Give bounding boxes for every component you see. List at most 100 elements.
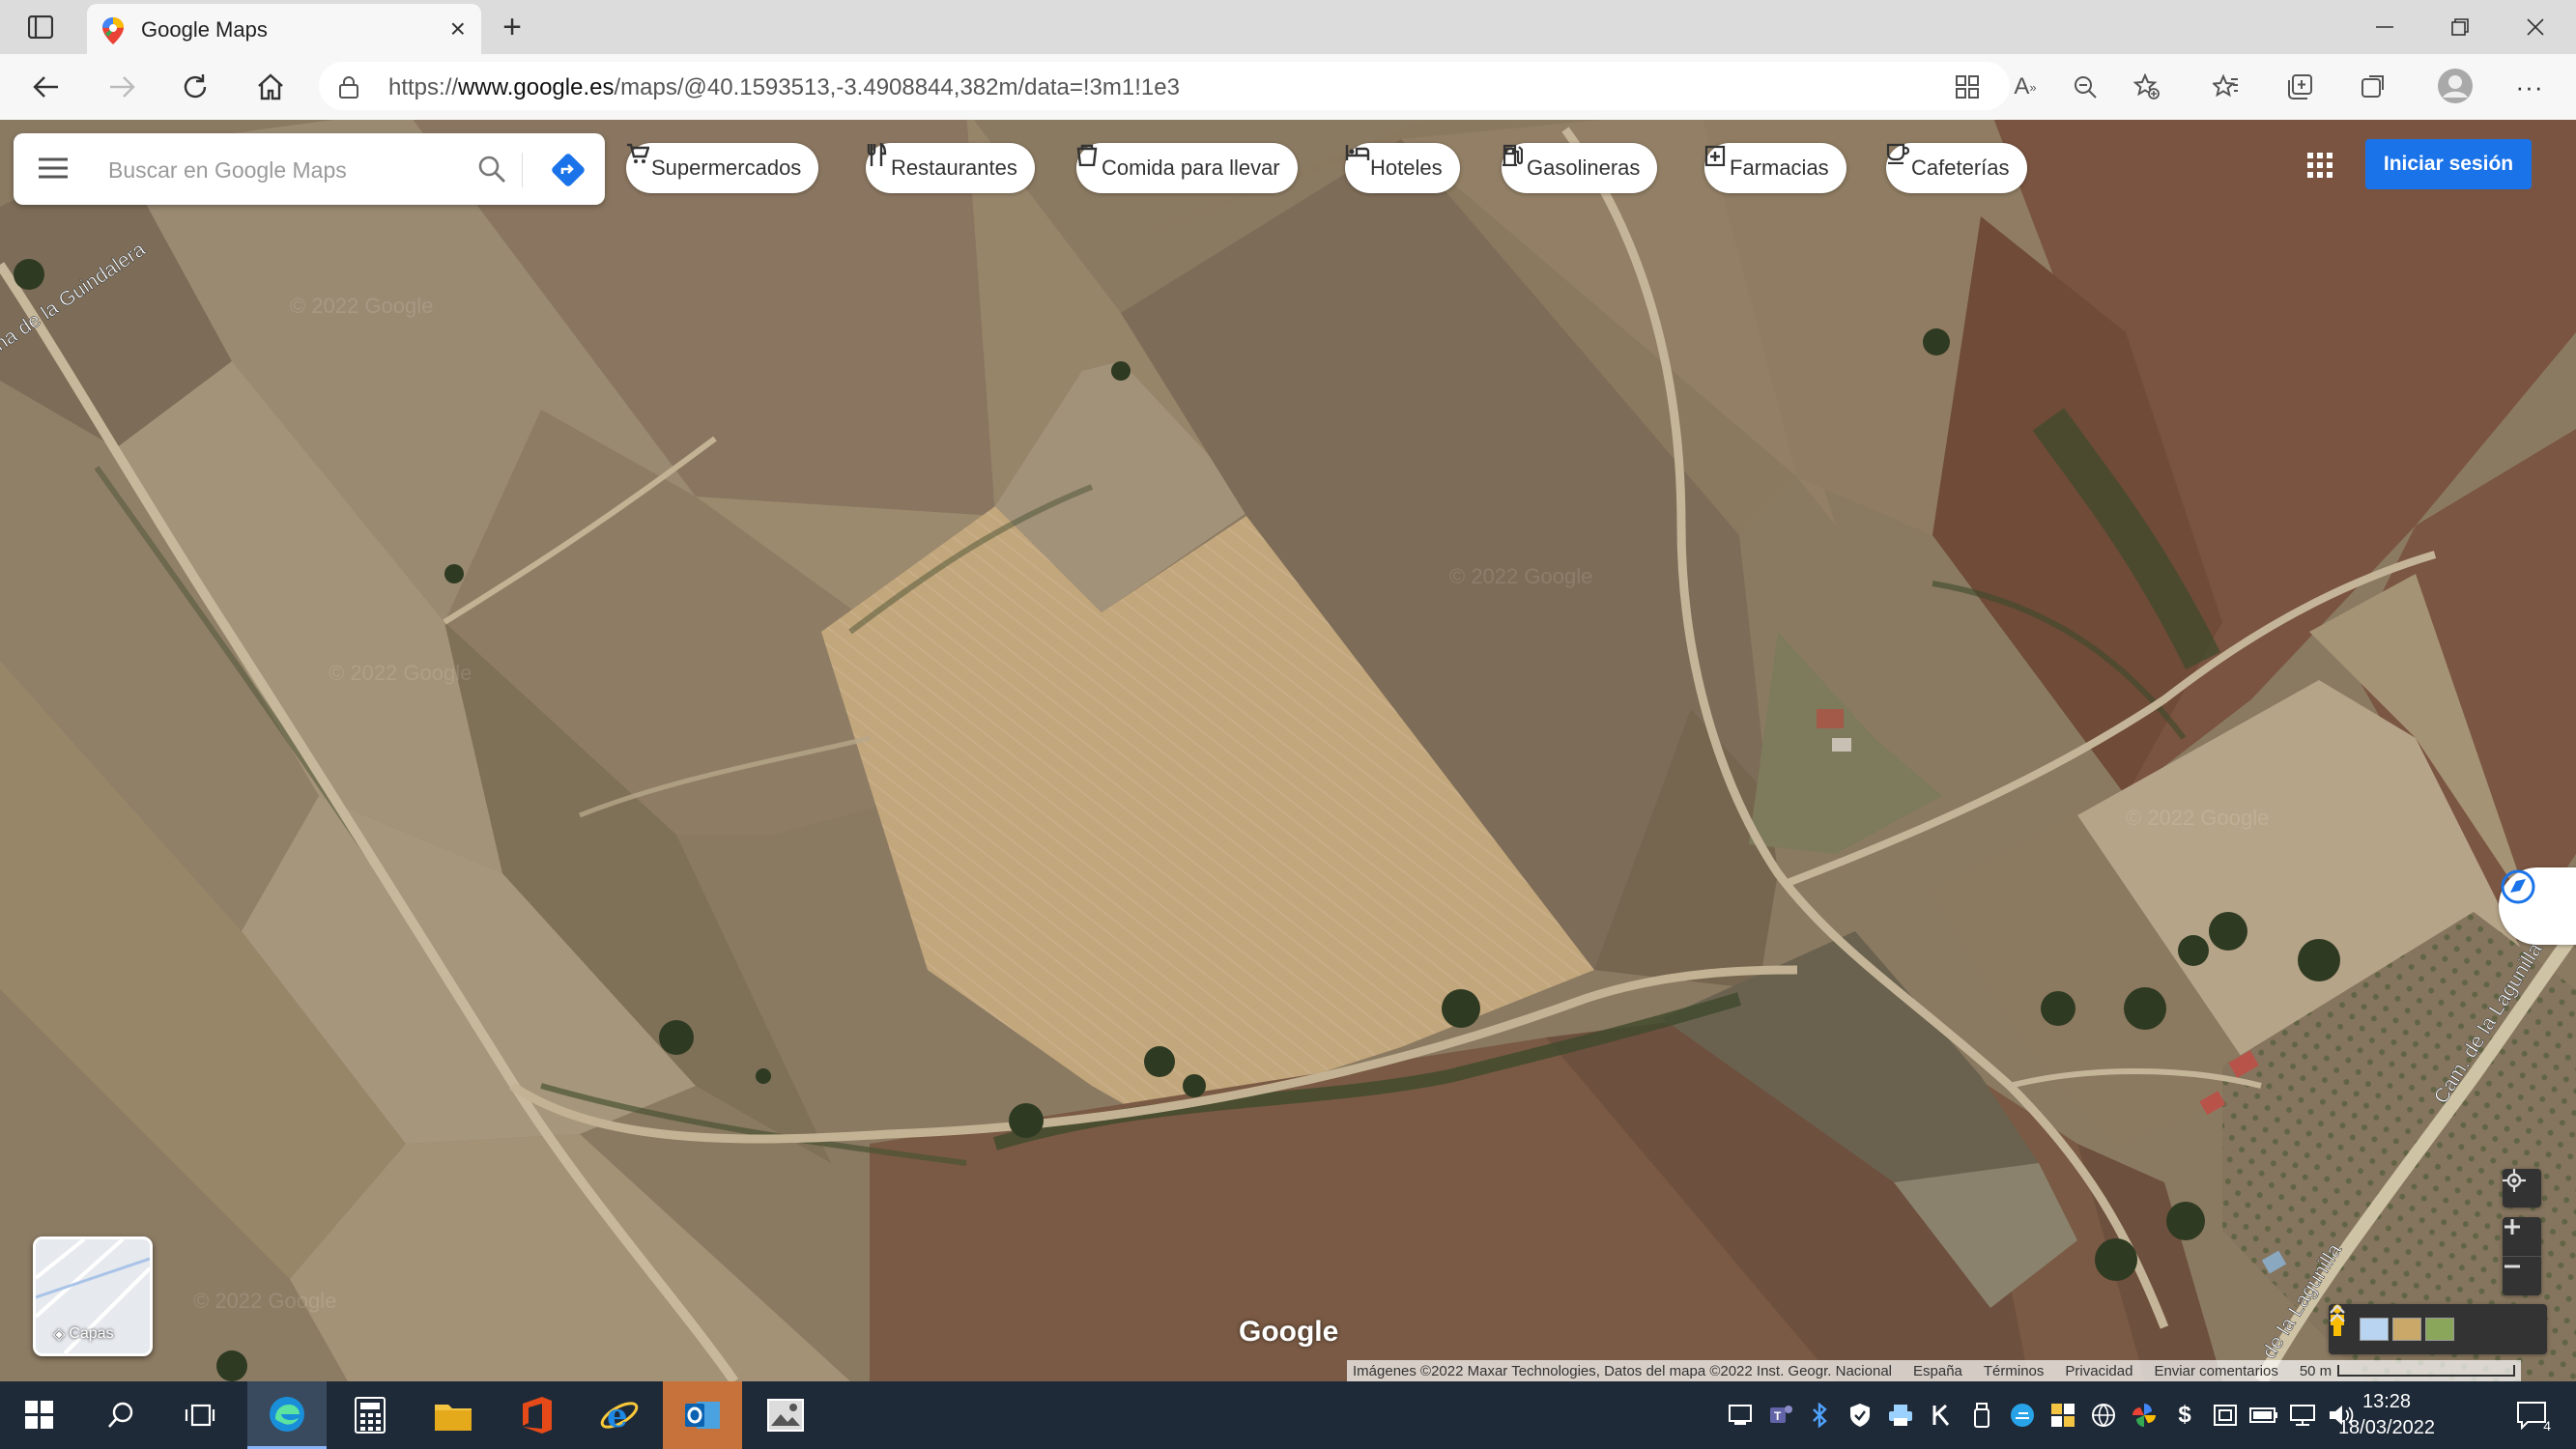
scale-label[interactable]: 50 m xyxy=(2300,1363,2332,1379)
imagery-watermark: © 2022 Google xyxy=(1449,564,1592,588)
taskbar-edge-icon[interactable] xyxy=(247,1381,327,1449)
taskbar-file-explorer-icon[interactable] xyxy=(414,1381,493,1449)
minus-icon xyxy=(2504,1264,2520,1268)
usb-drive-icon[interactable] xyxy=(1965,1399,1998,1432)
tab-close-icon[interactable]: × xyxy=(450,14,466,44)
imagery-watermark: © 2022 Google xyxy=(329,661,472,685)
restore-icon[interactable] xyxy=(2441,10,2479,44)
scale-bar xyxy=(2337,1365,2516,1377)
chip-supermercados[interactable]: Supermercados xyxy=(626,143,819,193)
lock-icon[interactable] xyxy=(338,75,359,103)
taskbar-internet-explorer-icon[interactable]: e xyxy=(580,1381,659,1449)
chip-cafeterias[interactable]: Cafeterías xyxy=(1886,143,2027,193)
layers-label: Capas xyxy=(69,1325,114,1342)
tray-dollar-icon[interactable]: $ xyxy=(2168,1399,2201,1432)
svg-text:T: T xyxy=(1774,1409,1782,1423)
network-icon[interactable] xyxy=(2286,1399,2319,1432)
feedback-link[interactable]: Enviar comentarios xyxy=(2154,1363,2277,1379)
add-favorite-icon[interactable] xyxy=(2130,70,2164,104)
imagery-watermark: © 2022 Google xyxy=(2126,806,2269,830)
chip-label: Comida para llevar xyxy=(1102,156,1280,180)
imagery-thumb-1[interactable] xyxy=(2360,1318,2389,1341)
chip-label: Restaurantes xyxy=(891,156,1017,180)
browser-tab-bar: Google Maps × + xyxy=(0,0,2576,54)
address-bar[interactable]: https://www.google.es/maps/@40.1593513,-… xyxy=(319,62,2010,110)
taskbar-office-icon[interactable] xyxy=(497,1381,576,1449)
google-logo: Google xyxy=(1239,1316,1339,1348)
printer-icon[interactable] xyxy=(1884,1399,1917,1432)
compass-icon xyxy=(2501,869,2535,904)
explore-nearby-button[interactable] xyxy=(2499,867,2576,945)
search-divider xyxy=(522,153,523,187)
zoom-out-button[interactable] xyxy=(2503,1256,2541,1295)
layers-toggle[interactable]: ◈ Capas xyxy=(33,1236,153,1356)
attribution-country-link[interactable]: España xyxy=(1913,1363,1962,1379)
battery-icon[interactable] xyxy=(2247,1399,2280,1432)
imagery-watermark: © 2022 Google xyxy=(290,294,433,318)
bluetooth-icon[interactable] xyxy=(1803,1399,1836,1432)
new-tab-icon[interactable]: + xyxy=(493,9,531,45)
zoom-out-icon[interactable] xyxy=(2068,70,2103,104)
signin-button[interactable]: Iniciar sesión xyxy=(2365,139,2532,189)
url-text[interactable]: https://www.google.es/maps/@40.1593513,-… xyxy=(388,74,1180,101)
tray-k-icon[interactable] xyxy=(1925,1399,1958,1432)
chip-farmacias[interactable]: Farmacias xyxy=(1704,143,1846,193)
more-menu-icon[interactable]: ··· xyxy=(2510,70,2549,104)
tray-cloud-icon[interactable] xyxy=(2006,1399,2039,1432)
home-icon[interactable] xyxy=(249,68,292,106)
notification-count-badge: 4 xyxy=(2543,1418,2551,1434)
app-install-icon[interactable] xyxy=(1950,70,1985,104)
taskbar-search-icon[interactable] xyxy=(81,1381,160,1449)
tab-actions-icon[interactable] xyxy=(21,12,60,43)
minimize-icon[interactable] xyxy=(2365,10,2404,44)
profile-avatar-icon[interactable] xyxy=(2435,66,2476,106)
teams-icon[interactable]: T xyxy=(1764,1399,1797,1432)
taskbar-photos-icon[interactable] xyxy=(746,1381,825,1449)
terms-link[interactable]: Términos xyxy=(1984,1363,2045,1379)
my-location-button[interactable] xyxy=(2503,1169,2541,1208)
search-input[interactable] xyxy=(106,151,458,189)
my-location-icon xyxy=(2503,1169,2526,1192)
taskbar-outlook-icon[interactable] xyxy=(663,1381,742,1449)
zoom-in-button[interactable] xyxy=(2503,1217,2541,1256)
favorites-icon[interactable] xyxy=(2209,70,2244,104)
tray-pinwheel-icon[interactable] xyxy=(2128,1399,2161,1432)
clock-time: 13:28 xyxy=(2361,1391,2412,1412)
start-button[interactable] xyxy=(0,1381,79,1449)
imagery-thumb-2[interactable] xyxy=(2392,1318,2421,1341)
svg-text:e: e xyxy=(607,1397,628,1435)
layers-icon: ◈ xyxy=(53,1326,66,1343)
search-box xyxy=(14,133,605,205)
chip-label: Farmacias xyxy=(1730,156,1829,180)
chip-gasolineras[interactable]: Gasolineras xyxy=(1502,143,1658,193)
imagery-thumb-3[interactable] xyxy=(2425,1318,2454,1341)
tab-title: Google Maps xyxy=(141,17,268,42)
read-aloud-icon[interactable]: A» xyxy=(2008,70,2043,104)
clock-date: 18/03/2022 xyxy=(2337,1417,2436,1438)
chip-restaurantes[interactable]: Restaurantes xyxy=(866,143,1035,193)
map-canvas[interactable]: na de la Guindalera Cam. de la Lagunilla… xyxy=(0,120,2576,1381)
back-icon[interactable] xyxy=(25,68,68,106)
refresh-icon[interactable] xyxy=(174,68,216,106)
chip-comida-para-llevar[interactable]: Comida para llevar xyxy=(1076,143,1298,193)
chip-label: Hoteles xyxy=(1370,156,1443,180)
chip-hoteles[interactable]: Hoteles xyxy=(1345,143,1460,193)
attribution-imagery: Imágenes ©2022 Maxar Technologies, Datos… xyxy=(1353,1362,1892,1379)
collections-icon[interactable] xyxy=(2282,70,2317,104)
task-view-icon[interactable] xyxy=(160,1381,240,1449)
satellite-imagery[interactable]: na de la Guindalera Cam. de la Lagunilla… xyxy=(0,120,2576,1381)
tab-google-maps[interactable]: Google Maps × xyxy=(87,4,481,54)
privacy-link[interactable]: Privacidad xyxy=(2065,1363,2132,1379)
notification-center-icon[interactable]: 4 xyxy=(2510,1399,2553,1434)
tray-icon-1[interactable] xyxy=(1724,1399,1757,1432)
tray-globe-icon[interactable] xyxy=(2087,1399,2120,1432)
tray-grid-icon[interactable] xyxy=(2046,1399,2079,1432)
windows-taskbar: e T $ 13:28 18/03/2022 4 xyxy=(0,1381,2576,1449)
performance-icon[interactable] xyxy=(2356,70,2390,104)
taskbar-calculator-icon[interactable] xyxy=(330,1381,410,1449)
taskbar-clock[interactable]: 13:28 18/03/2022 xyxy=(2319,1389,2454,1441)
tray-window-icon[interactable] xyxy=(2209,1399,2242,1432)
security-shield-icon[interactable] xyxy=(1844,1399,1876,1432)
forward-icon[interactable] xyxy=(100,68,143,106)
window-close-icon[interactable] xyxy=(2516,10,2555,44)
